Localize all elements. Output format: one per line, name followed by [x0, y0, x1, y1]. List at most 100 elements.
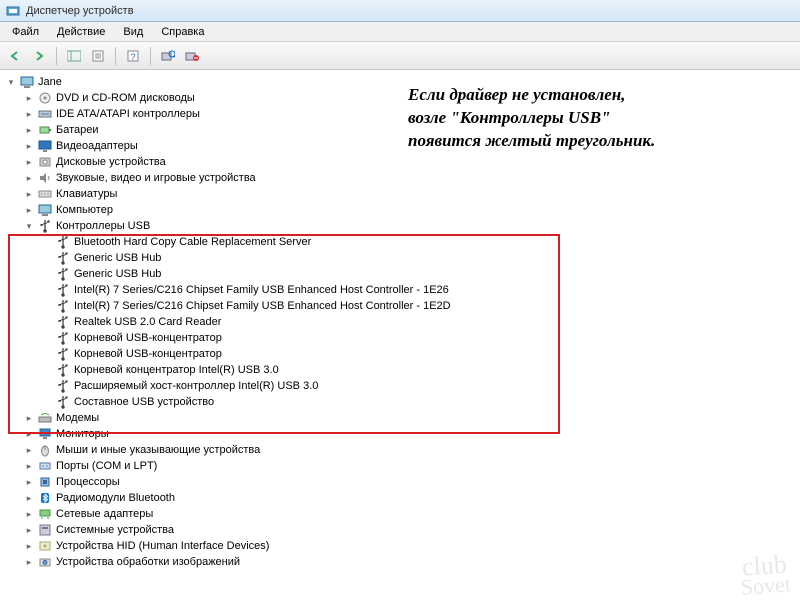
- expand-icon[interactable]: ▸: [24, 189, 34, 199]
- network-icon: [38, 507, 52, 521]
- tree-category-label: Устройства HID (Human Interface Devices): [56, 540, 269, 552]
- expand-icon[interactable]: ▸: [24, 173, 34, 183]
- expand-icon[interactable]: ▸: [24, 125, 34, 135]
- expand-icon[interactable]: ▸: [24, 413, 34, 423]
- tree-device-node[interactable]: Корневой USB-концентратор: [40, 346, 800, 362]
- tree-device-node[interactable]: Bluetooth Hard Copy Cable Replacement Se…: [40, 234, 800, 250]
- tree-device-label: Bluetooth Hard Copy Cable Replacement Se…: [74, 236, 311, 248]
- tree-category-node[interactable]: ▸Компьютер: [22, 202, 800, 218]
- toolbar-separator: [150, 47, 151, 65]
- expand-icon[interactable]: ▸: [24, 493, 34, 503]
- uninstall-icon: [185, 50, 199, 62]
- scan-hardware-button[interactable]: [157, 45, 179, 67]
- help-icon: ?: [127, 50, 139, 62]
- uninstall-button[interactable]: [181, 45, 203, 67]
- tree-device-node[interactable]: Расширяемый хост-контроллер Intel(R) USB…: [40, 378, 800, 394]
- tree-category-node[interactable]: ▸Мониторы: [22, 426, 800, 442]
- menu-action[interactable]: Действие: [49, 24, 113, 40]
- expand-icon[interactable]: ▸: [24, 109, 34, 119]
- spacer: [42, 349, 52, 359]
- usb-icon: [56, 267, 70, 281]
- tree-device-label: Расширяемый хост-контроллер Intel(R) USB…: [74, 380, 318, 392]
- tree-device-node[interactable]: Корневой концентратор Intel(R) USB 3.0: [40, 362, 800, 378]
- expand-icon[interactable]: ▸: [24, 93, 34, 103]
- expand-icon[interactable]: ▸: [24, 205, 34, 215]
- tree-category-node[interactable]: ▸ Устройства HID (Human Interface Devices…: [22, 538, 800, 554]
- tree-category-node[interactable]: ▸Видеоадаптеры: [22, 138, 800, 154]
- tree-category-node[interactable]: ▸Сетевые адаптеры: [22, 506, 800, 522]
- tree-root-node[interactable]: ▾Jane: [4, 74, 800, 90]
- tree-category-label: Контроллеры USB: [56, 220, 150, 232]
- collapse-icon[interactable]: ▾: [24, 221, 34, 231]
- port-icon: [38, 459, 52, 473]
- expand-icon[interactable]: ▸: [24, 509, 34, 519]
- expand-icon[interactable]: ▸: [24, 541, 34, 551]
- display-icon: [38, 139, 52, 153]
- tree-device-node[interactable]: Intel(R) 7 Series/C216 Chipset Family US…: [40, 298, 800, 314]
- tree-category-label: Мыши и иные указывающие устройства: [56, 444, 260, 456]
- usb-icon: [56, 395, 70, 409]
- tree-category-node[interactable]: ▸Модемы: [22, 410, 800, 426]
- tree-category-node[interactable]: ▸Радиомодули Bluetooth: [22, 490, 800, 506]
- tree-device-node[interactable]: Корневой USB-концентратор: [40, 330, 800, 346]
- tree-category-node[interactable]: ▾ Контроллеры USB: [22, 218, 800, 234]
- tree-category-node[interactable]: ▸ Мыши и иные указывающие устройства: [22, 442, 800, 458]
- tree-device-node[interactable]: Generic USB Hub: [40, 250, 800, 266]
- tree-device-node[interactable]: Составное USB устройство: [40, 394, 800, 410]
- disc-icon: [38, 91, 52, 105]
- tree-device-label: Realtek USB 2.0 Card Reader: [74, 316, 221, 328]
- tree-category-label: Дисковые устройства: [56, 156, 166, 168]
- tree-device-node[interactable]: Realtek USB 2.0 Card Reader: [40, 314, 800, 330]
- nav-forward-button[interactable]: [28, 45, 50, 67]
- expand-icon[interactable]: ▸: [24, 525, 34, 535]
- monitor-icon: [38, 427, 52, 441]
- tree-category-node[interactable]: ▸ IDE ATA/ATAPI контроллеры: [22, 106, 800, 122]
- tree-category-node[interactable]: ▸Процессоры: [22, 474, 800, 490]
- menu-file[interactable]: Файл: [4, 24, 47, 40]
- tree-device-label: Intel(R) 7 Series/C216 Chipset Family US…: [74, 300, 451, 312]
- expand-icon[interactable]: ▸: [24, 477, 34, 487]
- tree-category-node[interactable]: ▸Устройства обработки изображений: [22, 554, 800, 570]
- tree-category-node[interactable]: ▸DVD и CD-ROM дисководы: [22, 90, 800, 106]
- arrow-left-icon: [9, 50, 21, 62]
- collapse-icon[interactable]: ▾: [6, 77, 16, 87]
- tree-category-label: IDE ATA/ATAPI контроллеры: [56, 108, 200, 120]
- hid-icon: [38, 539, 52, 553]
- expand-icon[interactable]: ▸: [24, 461, 34, 471]
- spacer: [42, 285, 52, 295]
- mouse-icon: [38, 443, 52, 457]
- modem-icon: [38, 411, 52, 425]
- svg-text:?: ?: [130, 52, 135, 62]
- device-tree-panel[interactable]: ▾Jane▸DVD и CD-ROM дисководы▸IDE ATA/ATA…: [0, 70, 800, 600]
- expand-icon[interactable]: ▸: [24, 429, 34, 439]
- expand-icon[interactable]: ▸: [24, 141, 34, 151]
- window-titlebar: Диспетчер устройств: [0, 0, 800, 22]
- expand-icon[interactable]: ▸: [24, 445, 34, 455]
- imaging-icon: [38, 555, 52, 569]
- spacer: [42, 317, 52, 327]
- computer-icon: [38, 203, 52, 217]
- tree-category-node[interactable]: ▸Батареи: [22, 122, 800, 138]
- expand-icon[interactable]: ▸: [24, 557, 34, 567]
- tree-category-node[interactable]: ▸Системные устройства: [22, 522, 800, 538]
- spacer: [42, 365, 52, 375]
- tree-category-node[interactable]: ▸Клавиатуры: [22, 186, 800, 202]
- menu-help[interactable]: Справка: [153, 24, 212, 40]
- properties-button[interactable]: [87, 45, 109, 67]
- ide-icon: [38, 107, 52, 121]
- properties-icon: [92, 50, 104, 62]
- tree-category-node[interactable]: ▸Порты (COM и LPT): [22, 458, 800, 474]
- usb-icon: [56, 315, 70, 329]
- tree-category-node[interactable]: ▸ Дисковые устройства: [22, 154, 800, 170]
- tree-device-node[interactable]: Generic USB Hub: [40, 266, 800, 282]
- nav-back-button[interactable]: [4, 45, 26, 67]
- show-hidden-button[interactable]: [63, 45, 85, 67]
- tree-device-label: Generic USB Hub: [74, 268, 161, 280]
- usb-icon: [56, 363, 70, 377]
- help-button[interactable]: ?: [122, 45, 144, 67]
- expand-icon[interactable]: ▸: [24, 157, 34, 167]
- menu-view[interactable]: Вид: [115, 24, 151, 40]
- tree-device-label: Корневой USB-концентратор: [74, 348, 222, 360]
- tree-device-node[interactable]: Intel(R) 7 Series/C216 Chipset Family US…: [40, 282, 800, 298]
- tree-category-node[interactable]: ▸Звуковые, видео и игровые устройства: [22, 170, 800, 186]
